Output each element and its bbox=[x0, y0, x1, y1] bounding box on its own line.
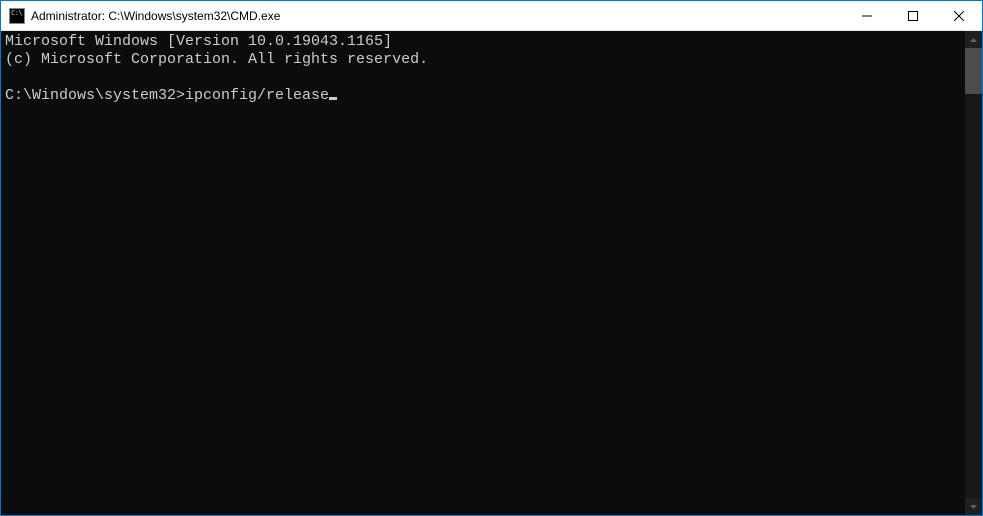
titlebar[interactable]: C:\ Administrator: C:\Windows\system32\C… bbox=[1, 1, 982, 31]
terminal[interactable]: Microsoft Windows [Version 10.0.19043.11… bbox=[1, 31, 965, 515]
scroll-track[interactable] bbox=[965, 48, 982, 498]
close-icon bbox=[954, 11, 964, 21]
cmd-window: C:\ Administrator: C:\Windows\system32\C… bbox=[1, 1, 982, 515]
minimize-button[interactable] bbox=[844, 1, 890, 30]
scroll-thumb[interactable] bbox=[965, 48, 982, 94]
scroll-down-button[interactable] bbox=[965, 498, 982, 515]
window-controls bbox=[844, 1, 982, 30]
minimize-icon bbox=[862, 11, 872, 21]
terminal-line: (c) Microsoft Corporation. All rights re… bbox=[5, 51, 428, 68]
close-button[interactable] bbox=[936, 1, 982, 30]
chevron-up-icon bbox=[970, 38, 977, 42]
terminal-container: Microsoft Windows [Version 10.0.19043.11… bbox=[1, 31, 982, 515]
scroll-up-button[interactable] bbox=[965, 31, 982, 48]
cmd-icon: C:\ bbox=[9, 8, 25, 24]
cursor bbox=[329, 97, 337, 100]
window-title: Administrator: C:\Windows\system32\CMD.e… bbox=[31, 9, 280, 23]
terminal-line: Microsoft Windows [Version 10.0.19043.11… bbox=[5, 33, 392, 50]
maximize-button[interactable] bbox=[890, 1, 936, 30]
terminal-prompt: C:\Windows\system32> bbox=[5, 87, 185, 104]
chevron-down-icon bbox=[970, 505, 977, 509]
terminal-command: ipconfig/release bbox=[185, 87, 329, 104]
scrollbar[interactable] bbox=[965, 31, 982, 515]
maximize-icon bbox=[908, 11, 918, 21]
